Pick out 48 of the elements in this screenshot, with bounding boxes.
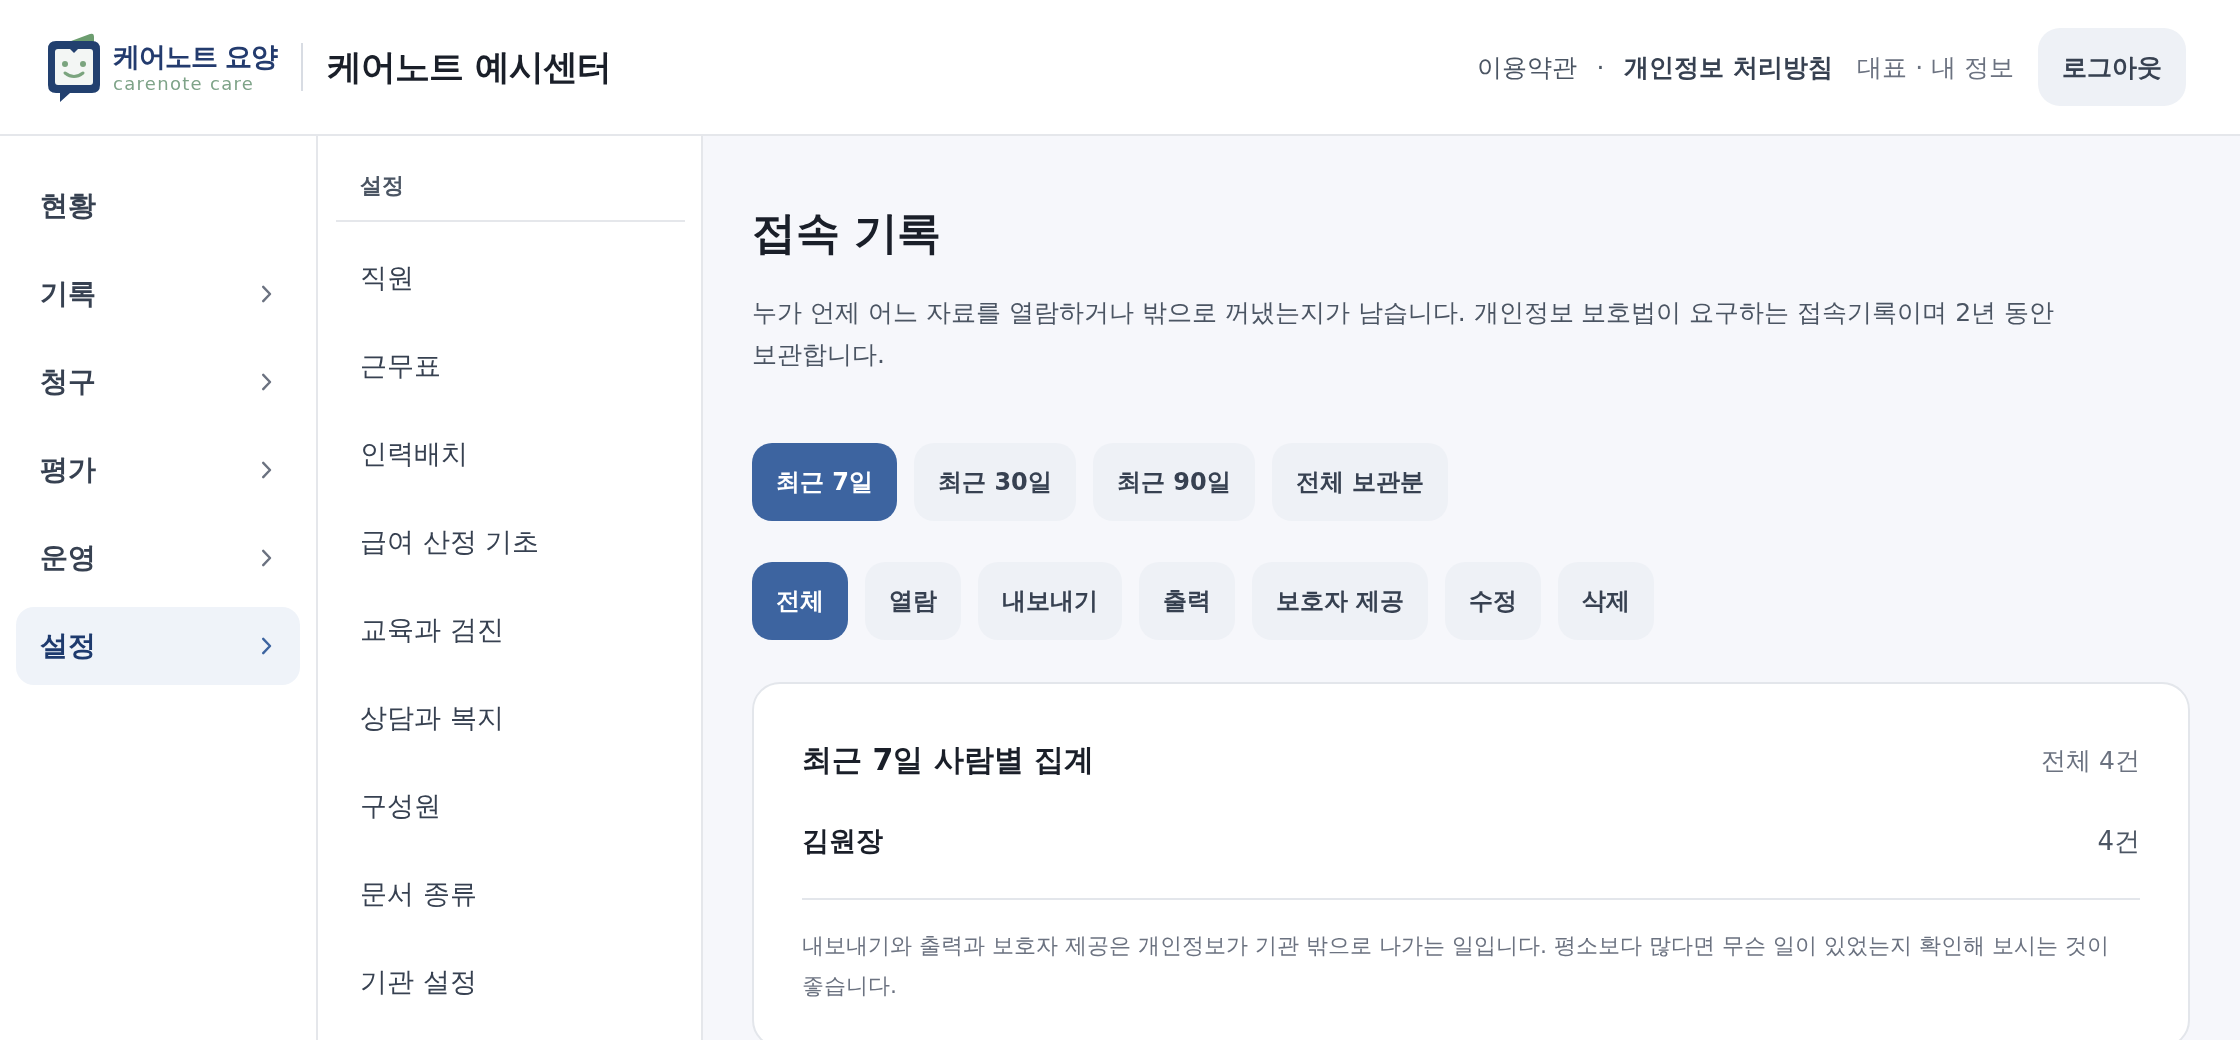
chevron-right-icon: [261, 461, 272, 479]
nav-item[interactable]: 평가: [16, 431, 300, 509]
submenu-heading: 설정: [336, 136, 685, 222]
type-filter-tab[interactable]: 수정: [1445, 562, 1542, 640]
period-filter-tab[interactable]: 최근 30일: [914, 443, 1076, 521]
type-filter-tab[interactable]: 열람: [865, 562, 961, 640]
submenu-item[interactable]: 인력배치: [336, 415, 685, 493]
nav-item[interactable]: 청구: [16, 343, 300, 421]
account-link[interactable]: 대표 · 내 정보: [1857, 50, 2014, 84]
separator-dot: ·: [1596, 52, 1605, 82]
submenu-item[interactable]: 구성원: [336, 767, 685, 845]
type-filter-tab[interactable]: 보호자 제공: [1252, 562, 1429, 640]
type-filter-tab[interactable]: 삭제: [1558, 562, 1655, 640]
submenu-item[interactable]: 근무표: [336, 327, 685, 405]
center-name: 케어노트 예시센터: [327, 45, 611, 89]
period-filter-tab[interactable]: 전체 보관분: [1271, 443, 1448, 521]
chevron-right-icon: [261, 637, 272, 655]
card-note: 내보내기와 출력과 보호자 제공은 개인정보가 기관 밖으로 나가는 일입니다. 평소보다 많다면 무슨 일이 있었는지 확인해 보시는 것이 좋습니다.: [802, 932, 2110, 1000]
period-filter-tab[interactable]: 최근 7일: [752, 443, 898, 521]
period-filter-tab[interactable]: 최근 90일: [1092, 443, 1255, 521]
header-link[interactable]: 개인정보 처리방침: [1624, 50, 1834, 84]
chevron-right-icon: [261, 373, 272, 391]
logo-icon: [48, 31, 100, 103]
chevron-right-icon: [261, 549, 272, 567]
chevron-right-icon: [261, 285, 272, 303]
nav-item[interactable]: 기록: [16, 255, 300, 333]
logout-button[interactable]: 로그아웃: [2038, 28, 2186, 106]
header-link[interactable]: 이용약관: [1476, 50, 1577, 84]
card-title: 최근 7일 사람별 집계: [802, 740, 1095, 779]
nav-item[interactable]: 설정: [16, 607, 300, 685]
nav-item[interactable]: 현황: [16, 167, 300, 245]
submenu-item[interactable]: 급여 산정 기초: [336, 503, 685, 581]
brand-name: 케어노트 요양: [113, 39, 278, 73]
type-filter-tab[interactable]: 내보내기: [978, 562, 1122, 640]
nav-item[interactable]: 운영: [16, 519, 300, 597]
submenu-item[interactable]: 상담과 복지: [336, 679, 685, 757]
submenu-item[interactable]: 교육과 검진: [336, 591, 685, 669]
page-description: 누가 언제 어느 자료를 열람하거나 밖으로 꺼냈는지가 남습니다. 개인정보 보호법이 요구하는 접속기록이며 2년 동안 보관합니다.: [752, 297, 2056, 371]
submenu-item[interactable]: 기관 설정: [336, 943, 685, 1021]
total-count: 전체 4건: [2041, 744, 2140, 777]
submenu-item[interactable]: 직원: [336, 239, 685, 317]
submenu-item[interactable]: 문서 종류: [336, 855, 685, 933]
type-filter-tab[interactable]: 전체: [752, 562, 848, 640]
person-name: 김원장: [802, 824, 883, 858]
page-title: 접속 기록: [752, 206, 942, 260]
type-filter-tab[interactable]: 출력: [1139, 562, 1235, 640]
record-count: 4건: [2097, 824, 2140, 858]
brand-tagline: carenote care: [113, 72, 256, 95]
